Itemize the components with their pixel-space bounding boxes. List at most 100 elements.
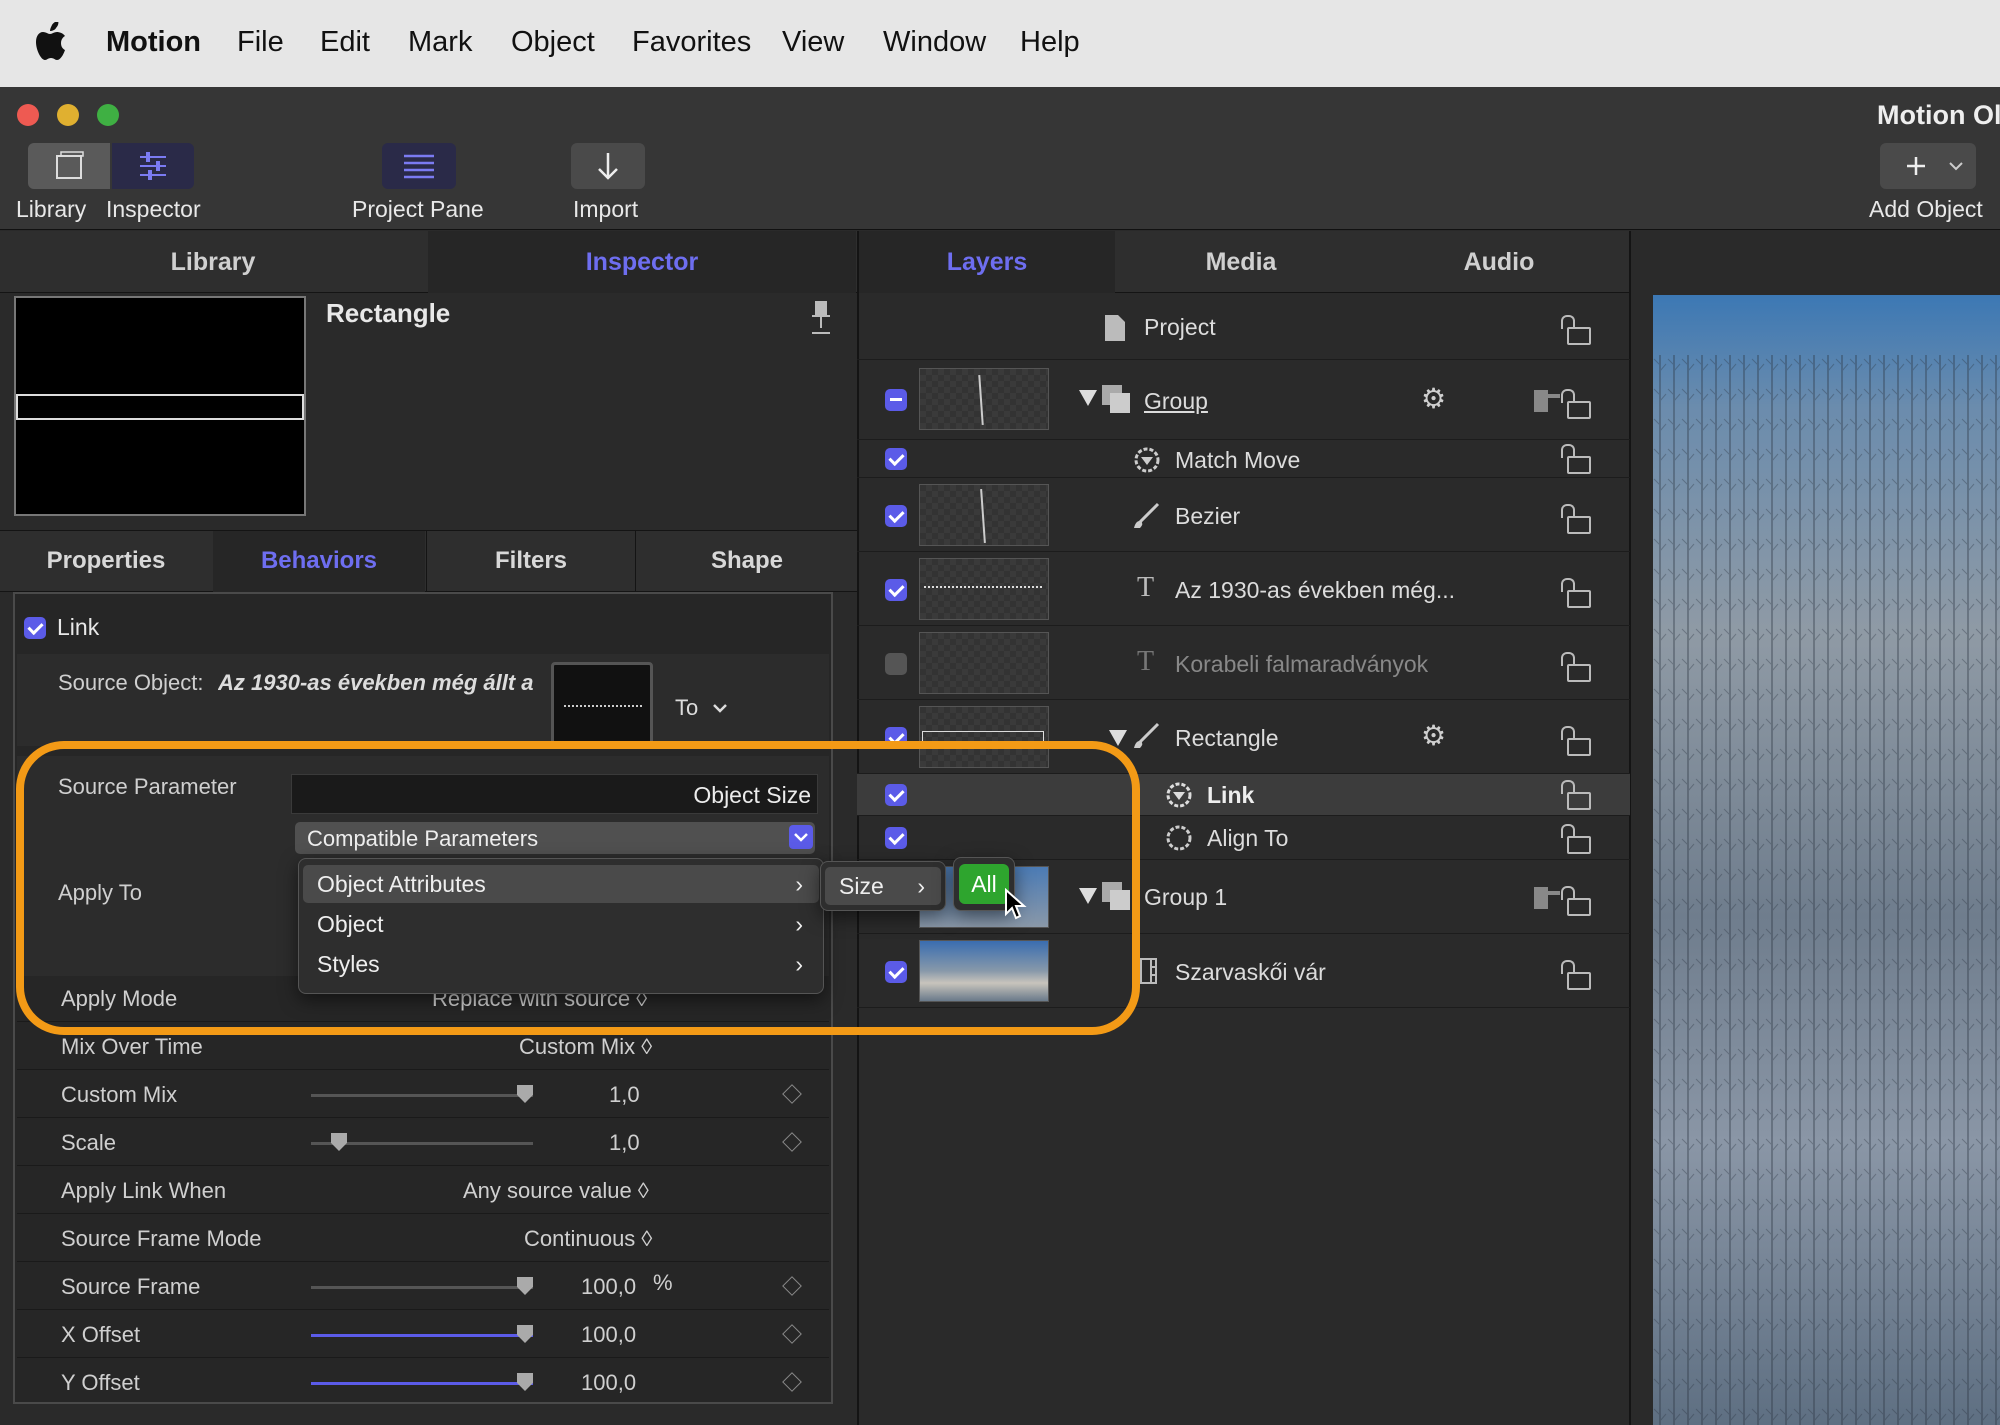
tab-media[interactable]: Media [1115,231,1367,293]
tab-behaviors[interactable]: Behaviors [213,531,425,593]
x-offset-slider[interactable] [311,1325,533,1343]
keyframe-icon[interactable] [782,1324,802,1344]
lock-icon[interactable] [1561,315,1591,345]
source-object-well[interactable] [551,662,653,746]
layer-row-match-move[interactable]: Match Move [857,440,1630,478]
lock-icon[interactable] [1561,780,1591,810]
layer-name: Szarvaskői vár [1175,959,1326,985]
apple-icon[interactable] [36,22,72,62]
pin-icon[interactable] [810,300,832,336]
brush-icon [1134,502,1160,528]
tab-layers[interactable]: Layers [859,231,1115,293]
tab-properties[interactable]: Properties [0,531,212,593]
disclosure-triangle-icon[interactable] [1109,730,1127,746]
zoom-button[interactable] [97,104,119,126]
forest-texture [1653,355,2000,1425]
source-frame-mode-popup[interactable]: Continuous ◊ [524,1226,652,1252]
library-toggle-button[interactable] [28,143,110,189]
gear-icon[interactable]: ⚙ [1421,719,1446,752]
slider-knob[interactable] [331,1133,347,1151]
layer-row-group[interactable]: Group ⚙ [857,360,1630,440]
layer-enable-checkbox[interactable] [885,448,907,470]
to-label[interactable]: To [675,695,698,721]
mix-over-time-popup[interactable]: Custom Mix ◊ [519,1034,652,1060]
keyframe-icon[interactable] [782,1084,802,1104]
menu-window[interactable]: Window [883,26,986,59]
scale-slider[interactable] [311,1133,533,1151]
param-label: Source Frame Mode [61,1226,262,1251]
menu-app[interactable]: Motion [106,26,201,59]
source-frame-value[interactable]: 100,0 [581,1274,636,1300]
y-offset-value[interactable]: 100,0 [581,1370,636,1396]
tab-shape[interactable]: Shape [635,531,858,593]
menu-favorites[interactable]: Favorites [632,26,751,59]
lock-icon[interactable] [1561,886,1591,916]
project-pane-label: Project Pane [352,196,484,222]
layer-name: Rectangle [1175,725,1279,751]
gear-icon[interactable]: ⚙ [1421,382,1446,415]
param-label: Custom Mix [61,1082,178,1107]
add-object-button[interactable] [1880,143,1976,189]
tab-audio[interactable]: Audio [1367,231,1631,293]
menu-mark[interactable]: Mark [408,26,472,59]
menu-help[interactable]: Help [1020,26,1080,59]
menu-edit[interactable]: Edit [320,26,370,59]
layer-enable-checkbox[interactable] [885,653,907,675]
minimize-button[interactable] [57,104,79,126]
tab-filters[interactable]: Filters [426,531,635,593]
tab-library[interactable]: Library [0,231,426,293]
lock-icon[interactable] [1561,652,1591,682]
lock-icon[interactable] [1561,389,1591,419]
tab-inspector[interactable]: Inspector [428,231,856,293]
lock-icon[interactable] [1561,578,1591,608]
menu-object[interactable]: Object [511,26,595,59]
percent-unit: % [653,1270,673,1295]
param-source-frame-mode: Source Frame Mode Continuous ◊ [17,1214,829,1262]
scale-value[interactable]: 1,0 [609,1130,640,1156]
disclosure-triangle-icon[interactable] [1079,390,1097,406]
keyframe-icon[interactable] [782,1372,802,1392]
slider-knob[interactable] [517,1277,533,1295]
layer-row-text-1[interactable]: T Az 1930-as években még... [857,552,1630,626]
window-title: Motion Ol [1877,100,2000,130]
apply-link-when-popup[interactable]: Any source value ◊ [463,1178,649,1204]
source-object-label: Source Object: [58,670,204,695]
lock-icon[interactable] [1561,824,1591,854]
custom-mix-value[interactable]: 1,0 [609,1082,640,1108]
layer-row-project[interactable]: Project [857,294,1630,360]
project-pane-button[interactable] [382,143,456,189]
keyframe-icon[interactable] [782,1276,802,1296]
param-scale: Scale 1,0 [17,1118,829,1166]
chevron-down-icon[interactable] [710,698,730,718]
layer-enable-checkbox[interactable] [885,505,907,527]
close-button[interactable] [17,104,39,126]
slider-knob[interactable] [517,1325,533,1343]
menu-view[interactable]: View [782,26,844,59]
slider-knob[interactable] [517,1085,533,1103]
behavior-gear-icon [1166,782,1192,808]
link-enable-checkbox[interactable] [24,617,46,639]
layer-stack-icon [1534,390,1560,412]
menu-file[interactable]: File [237,26,284,59]
layer-name: Korabeli falmaradványok [1175,651,1429,677]
y-offset-slider[interactable] [311,1373,533,1391]
canvas-image[interactable] [1653,295,2000,1425]
lock-icon[interactable] [1561,504,1591,534]
group-icon [1102,385,1130,413]
source-frame-slider[interactable] [311,1277,533,1295]
layer-row-text-2[interactable]: T Korabeli falmaradványok [857,626,1630,700]
slider-knob[interactable] [517,1373,533,1391]
import-button[interactable] [571,143,645,189]
inspector-toggle-button[interactable] [112,143,194,189]
layer-enable-checkbox[interactable] [885,579,907,601]
lock-icon[interactable] [1561,726,1591,756]
layer-enable-checkbox[interactable] [885,389,907,411]
x-offset-value[interactable]: 100,0 [581,1322,636,1348]
keyframe-icon[interactable] [782,1132,802,1152]
lock-icon[interactable] [1561,444,1591,474]
lock-icon[interactable] [1561,960,1591,990]
custom-mix-slider[interactable] [311,1085,533,1103]
object-preview [14,296,306,516]
layer-row-bezier[interactable]: Bezier [857,478,1630,552]
add-object-label: Add Object [1869,196,1983,222]
